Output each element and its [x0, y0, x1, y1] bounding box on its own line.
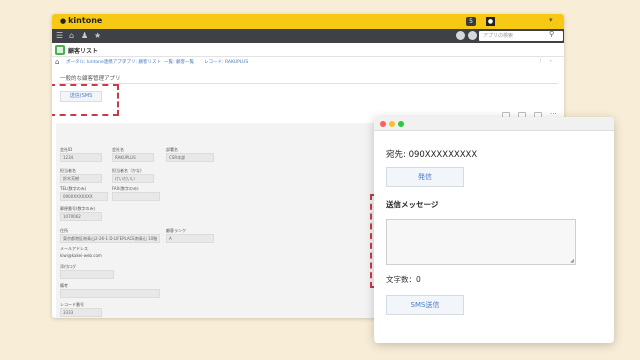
- more-vertical-icon[interactable]: ⋮: [538, 59, 543, 64]
- department-value: CSR本部: [166, 153, 214, 162]
- settings-icon[interactable]: [456, 31, 465, 40]
- call-button[interactable]: 発信: [386, 167, 464, 187]
- people-icon[interactable]: ♟: [81, 31, 88, 41]
- email-value: kiwi@kakei-web.com: [60, 253, 102, 258]
- record-number-value: 3333: [60, 308, 102, 317]
- home-icon[interactable]: ⌂: [69, 31, 74, 41]
- app-header: 顧客リスト: [52, 43, 564, 57]
- kintone-logo[interactable]: ● kintone: [60, 16, 102, 25]
- nav-bar: ☰ ⌂ ♟ ★ アプリの検索 ⚲: [52, 29, 564, 43]
- home-icon[interactable]: ⌂: [55, 58, 59, 66]
- maximize-window-icon[interactable]: [398, 121, 404, 127]
- breadcrumb-record: レコード: RAKUPLUS: [204, 60, 249, 65]
- breadcrumb-view[interactable]: 一覧: 顧客一覧: [164, 59, 194, 65]
- company-id-value: 1234: [60, 153, 102, 162]
- notification-icon[interactable]: 5: [466, 17, 476, 26]
- attachment-log-value: [60, 270, 114, 279]
- customer-rank-value: A: [166, 234, 214, 243]
- close-window-icon[interactable]: [380, 121, 386, 127]
- minimize-window-icon[interactable]: [389, 121, 395, 127]
- sms-popup-window: 宛先: 090XXXXXXXXX 発信 送信メッセージ ◢ 文字数：0 SMS送…: [374, 117, 614, 343]
- contact-kana-value: けいだいい: [112, 174, 154, 183]
- help-icon[interactable]: [468, 31, 477, 40]
- chevron-down-icon[interactable]: ▾: [549, 16, 553, 24]
- user-avatar-icon[interactable]: ●: [486, 17, 495, 26]
- tel-value: 090XXXXXXXX: [60, 192, 108, 201]
- popup-title-bar: [374, 117, 614, 131]
- arrow-right-icon[interactable]: ›: [550, 59, 552, 64]
- fax-value: [112, 192, 160, 201]
- field-label: メールアドレス: [60, 246, 88, 251]
- postal-code-value: 1070062: [60, 212, 102, 221]
- app-title: 顧客リスト: [68, 48, 99, 55]
- search-icon[interactable]: ⚲: [549, 30, 554, 38]
- cat-logo-icon: ●: [60, 17, 67, 25]
- star-icon[interactable]: ★: [94, 31, 101, 41]
- recipient-label: 宛先: 090XXXXXXXXX: [386, 150, 478, 160]
- address-value: 東京都港区南青山2-26-1 D-LIFEPLACE南青山 10階: [60, 234, 160, 243]
- app-icon: [55, 45, 65, 55]
- company-name-value: RAKUPLUS: [112, 153, 154, 162]
- char-count: 文字数：0: [386, 275, 421, 284]
- breadcrumb-app[interactable]: アプリ: 顧客リスト: [122, 59, 161, 65]
- message-label: 送信メッセージ: [386, 200, 439, 209]
- notes-value: [60, 289, 160, 298]
- message-textarea[interactable]: ◢: [386, 219, 576, 265]
- page-title: 一般的な顧客管理アプリ: [60, 76, 121, 82]
- highlight-sms-button: [52, 84, 119, 116]
- breadcrumb: ⌂ ポータル: kintone連携アプリ アプリ: 顧客リスト 一覧: 顧客一覧…: [52, 58, 564, 69]
- contact-name-value: 鈴木芳樹: [60, 174, 102, 183]
- menu-icon[interactable]: ☰: [56, 31, 63, 41]
- top-bar: ● kintone 5 ● ▾: [52, 14, 564, 29]
- resize-handle-icon[interactable]: ◢: [570, 258, 574, 264]
- divider: [58, 83, 558, 84]
- breadcrumb-portal[interactable]: ポータル: kintone連携アプリ: [66, 59, 126, 65]
- sms-send-button[interactable]: SMS送信: [386, 295, 464, 315]
